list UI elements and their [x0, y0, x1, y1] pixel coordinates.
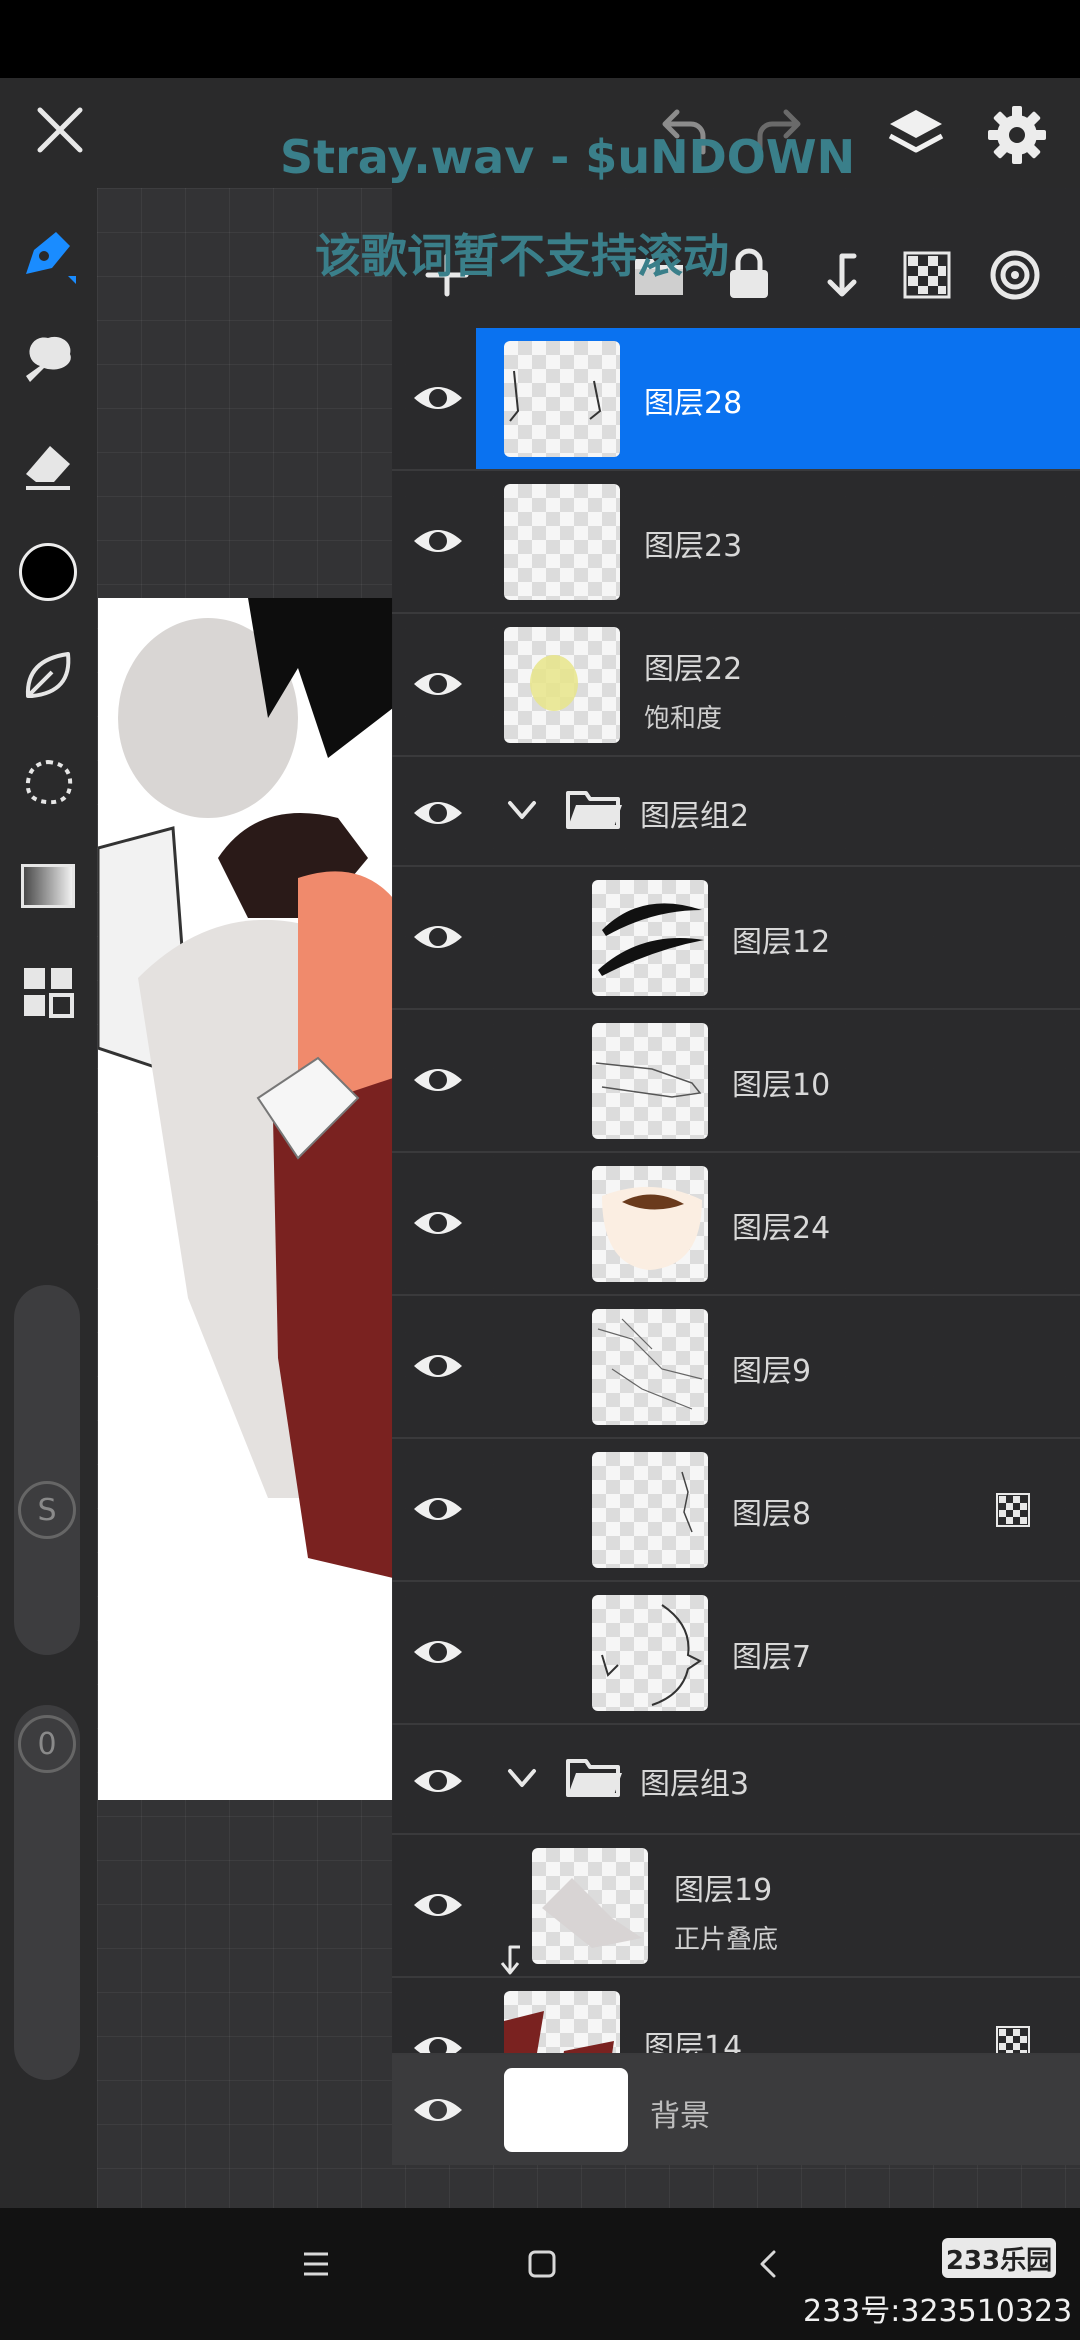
- layer-row[interactable]: 图层14: [392, 1978, 1080, 2055]
- recent-apps-icon[interactable]: [300, 2248, 332, 2280]
- background-layer-row[interactable]: 背景: [392, 2055, 1080, 2165]
- layer-row[interactable]: 图层10: [392, 1010, 1080, 1153]
- smudge-icon[interactable]: [14, 326, 82, 394]
- layer-thumbnail: [592, 880, 708, 996]
- folder-icon: [564, 785, 624, 833]
- layer-row[interactable]: 图层7: [392, 1582, 1080, 1725]
- chevron-down-icon[interactable]: [504, 795, 540, 825]
- layer-name: 图层9: [732, 1354, 812, 1389]
- reference-target-icon[interactable]: [986, 246, 1044, 304]
- eye-visibility-icon[interactable]: [410, 1624, 466, 1680]
- artwork-canvas[interactable]: [98, 598, 393, 1800]
- watermark-logo: 233乐园: [942, 2238, 1056, 2278]
- eye-visibility-icon[interactable]: [410, 785, 466, 841]
- background-thumbnail: [504, 2068, 628, 2152]
- layer-thumbnail: [504, 484, 620, 600]
- layer-thumbnail: [592, 1166, 708, 1282]
- layer-thumbnail: [504, 341, 620, 457]
- eye-visibility-icon[interactable]: [410, 2020, 466, 2053]
- eye-visibility-icon[interactable]: [410, 1052, 466, 1108]
- layer-name: 图层28: [644, 386, 743, 421]
- layer-thumbnail: [504, 1991, 620, 2053]
- layer-thumbnail: [504, 627, 620, 743]
- layer-name: 背景: [650, 2099, 710, 2134]
- home-icon[interactable]: [526, 2248, 558, 2280]
- layer-thumbnail: [592, 1595, 708, 1711]
- layer-row[interactable]: 图层23: [392, 471, 1080, 614]
- layer-thumbnail: [592, 1452, 708, 1568]
- eye-visibility-icon[interactable]: [410, 1753, 466, 1809]
- layer-name: 图层10: [732, 1068, 831, 1103]
- alpha-lock-icon: [996, 2026, 1030, 2053]
- brush-size-knob[interactable]: S: [18, 1481, 76, 1539]
- leaf-fill-icon[interactable]: [14, 642, 82, 710]
- eye-visibility-icon[interactable]: [410, 1195, 466, 1251]
- alpha-lock-icon[interactable]: [898, 246, 956, 304]
- grid-layout-icon[interactable]: [14, 958, 82, 1026]
- lyric-line: Stray.wav - $uNDOWN: [280, 130, 856, 184]
- eye-visibility-icon[interactable]: [410, 513, 466, 569]
- layer-name: 图层7: [732, 1640, 812, 1675]
- layer-row[interactable]: 图层9: [392, 1296, 1080, 1439]
- layer-name: 图层23: [644, 529, 743, 564]
- status-bar: [0, 0, 1080, 78]
- layer-group-row[interactable]: 图层组2: [392, 757, 1080, 867]
- layer-row[interactable]: 图层19 正片叠底: [392, 1835, 1080, 1978]
- blend-mode-label: 饱和度: [644, 704, 723, 734]
- brush-pen-icon[interactable]: [14, 222, 82, 290]
- lasso-selection-icon[interactable]: [14, 748, 82, 816]
- gradient-icon[interactable]: [14, 852, 82, 920]
- brush-size-slider[interactable]: S: [14, 1285, 80, 1655]
- lyric-line: 该歌词暂不支持滚动: [315, 229, 729, 283]
- layer-name: 图层8: [732, 1497, 812, 1532]
- system-navigation-bar: 233乐园 233号:323510323: [0, 2208, 1080, 2340]
- chevron-down-icon[interactable]: [504, 1763, 540, 1793]
- layer-name: 图层24: [732, 1211, 831, 1246]
- layers-icon[interactable]: [884, 104, 948, 168]
- eye-visibility-icon[interactable]: [410, 656, 466, 712]
- eye-visibility-icon[interactable]: [410, 2082, 466, 2138]
- group-name: 图层组3: [640, 1767, 750, 1802]
- layer-group-row[interactable]: 图层组3: [392, 1725, 1080, 1835]
- eye-visibility-icon[interactable]: [410, 370, 466, 426]
- layer-name: 图层12: [732, 925, 831, 960]
- eraser-icon[interactable]: [14, 432, 82, 500]
- folder-icon: [564, 1753, 624, 1801]
- layer-row[interactable]: 图层22 饱和度: [392, 614, 1080, 757]
- close-icon[interactable]: [30, 100, 90, 160]
- eye-visibility-icon[interactable]: [410, 1877, 466, 1933]
- clipping-arrow-icon: [498, 1943, 524, 1977]
- layer-thumbnail: [592, 1023, 708, 1139]
- eye-visibility-icon[interactable]: [410, 909, 466, 965]
- back-icon[interactable]: [756, 2248, 780, 2280]
- eye-visibility-icon[interactable]: [410, 1481, 466, 1537]
- layer-name: 图层14: [644, 2030, 743, 2055]
- layer-thumbnail: [532, 1848, 648, 1964]
- brush-opacity-slider[interactable]: 0: [14, 1705, 80, 2080]
- layer-name: 图层22: [644, 652, 743, 687]
- layer-row[interactable]: 图层12: [392, 867, 1080, 1010]
- layer-name: 图层19: [674, 1873, 773, 1908]
- settings-gear-icon[interactable]: [984, 102, 1050, 168]
- merge-down-icon[interactable]: [810, 246, 868, 304]
- blend-mode-label: 正片叠底: [674, 1925, 779, 1955]
- color-picker-swatch[interactable]: [14, 538, 82, 606]
- group-name: 图层组2: [640, 799, 750, 834]
- watermark-id: 233号:323510323: [803, 2294, 1073, 2329]
- layer-row[interactable]: 图层24: [392, 1153, 1080, 1296]
- layer-thumbnail: [592, 1309, 708, 1425]
- brush-opacity-knob[interactable]: 0: [18, 1715, 76, 1773]
- eye-visibility-icon[interactable]: [410, 1338, 466, 1394]
- layer-row[interactable]: 图层28: [392, 328, 1080, 471]
- alpha-lock-icon: [996, 1493, 1030, 1527]
- layer-row[interactable]: 图层8: [392, 1439, 1080, 1582]
